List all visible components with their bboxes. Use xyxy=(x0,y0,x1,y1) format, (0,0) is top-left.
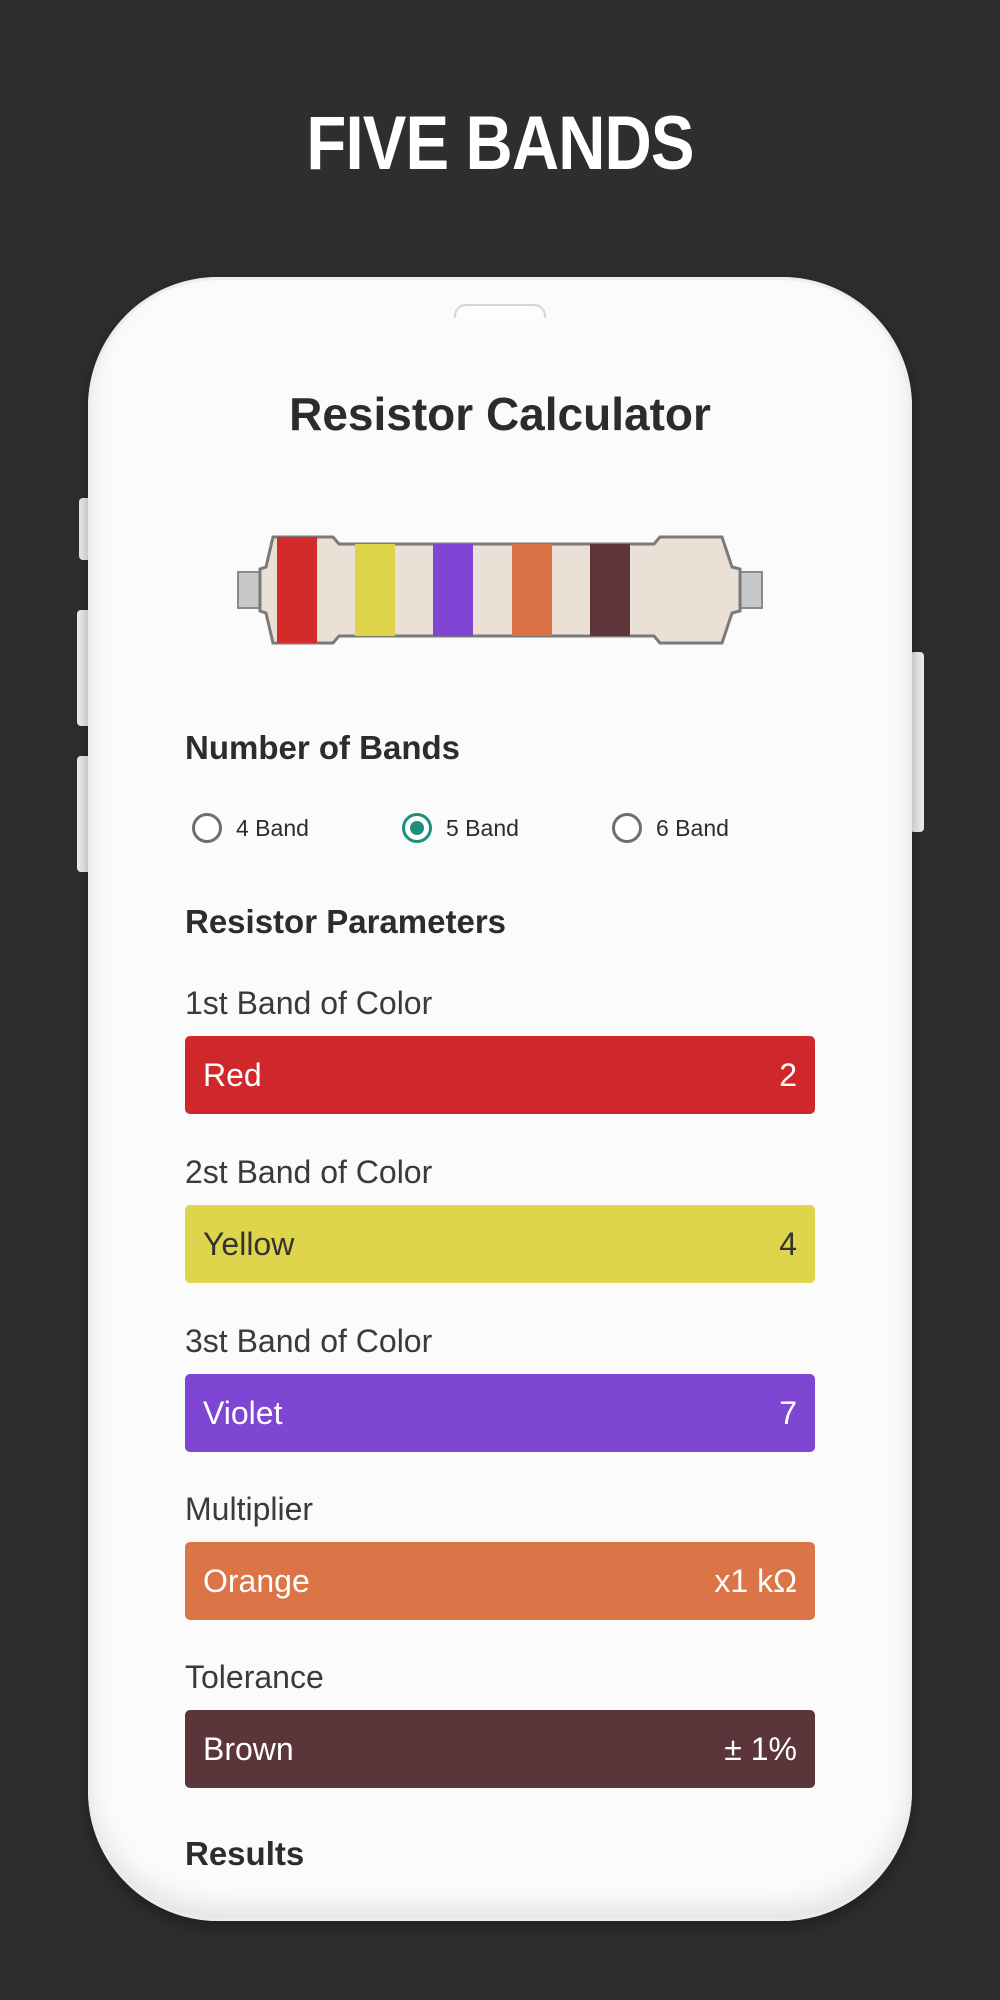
results-section-title: Results xyxy=(185,1835,305,1872)
band-3-color-select[interactable]: Violet 7 xyxy=(185,1374,815,1452)
radio-4-band[interactable]: 4 Band xyxy=(192,808,309,848)
band-1-color-select[interactable]: Red 2 xyxy=(185,1036,815,1114)
band-3-color-name: Violet xyxy=(203,1394,283,1431)
band-2-value: 4 xyxy=(779,1225,797,1262)
resistor-illustration xyxy=(237,535,763,645)
band-3-label: 3st Band of Color xyxy=(185,1323,433,1359)
tolerance-value: ± 1% xyxy=(724,1730,797,1767)
radio-circle xyxy=(402,813,432,843)
band-3-value: 7 xyxy=(779,1394,797,1431)
params-section-title: Resistor Parameters xyxy=(185,903,507,940)
resistor-band-5 xyxy=(590,544,630,636)
multiplier-value: x1 kΩ xyxy=(714,1562,797,1599)
multiplier-color-name: Orange xyxy=(203,1562,310,1599)
radio-label: 6 Band xyxy=(656,814,729,841)
promo-headline: FIVE BANDS xyxy=(306,101,694,186)
radio-circle xyxy=(192,813,222,843)
resistor-band-1 xyxy=(277,537,317,643)
phone-power-button xyxy=(910,652,924,832)
resistor-lead-right xyxy=(739,571,763,609)
app-title: Resistor Calculator xyxy=(289,388,711,440)
band-2-label: 2st Band of Color xyxy=(185,1154,433,1190)
resistor-band-3 xyxy=(433,544,473,636)
multiplier-color-select[interactable]: Orange x1 kΩ xyxy=(185,1542,815,1620)
tolerance-color-name: Brown xyxy=(203,1730,294,1767)
resistor-body xyxy=(258,535,742,645)
band-1-color-name: Red xyxy=(203,1056,262,1093)
resistor-band-2 xyxy=(355,544,395,636)
band-1-label: 1st Band of Color xyxy=(185,985,433,1021)
radio-label: 5 Band xyxy=(446,814,519,841)
phone-speaker-notch xyxy=(454,304,546,318)
radio-circle xyxy=(612,813,642,843)
band-2-color-name: Yellow xyxy=(203,1225,295,1262)
resistor-band-4 xyxy=(512,544,552,636)
multiplier-label: Multiplier xyxy=(185,1491,314,1527)
phone-frame: Resistor Calculator Number of Bands 4 Ba… xyxy=(88,277,912,1921)
tolerance-color-select[interactable]: Brown ± 1% xyxy=(185,1710,815,1788)
band-count-radio-group: 4 Band 5 Band 6 Band xyxy=(192,808,812,848)
bands-section-title: Number of Bands xyxy=(185,729,461,766)
radio-5-band[interactable]: 5 Band xyxy=(402,808,519,848)
resistor-lead-left xyxy=(237,571,261,609)
tolerance-label: Tolerance xyxy=(185,1659,324,1695)
radio-6-band[interactable]: 6 Band xyxy=(612,808,729,848)
band-1-value: 2 xyxy=(779,1056,797,1093)
radio-dot xyxy=(410,821,424,835)
radio-label: 4 Band xyxy=(236,814,309,841)
band-2-color-select[interactable]: Yellow 4 xyxy=(185,1205,815,1283)
